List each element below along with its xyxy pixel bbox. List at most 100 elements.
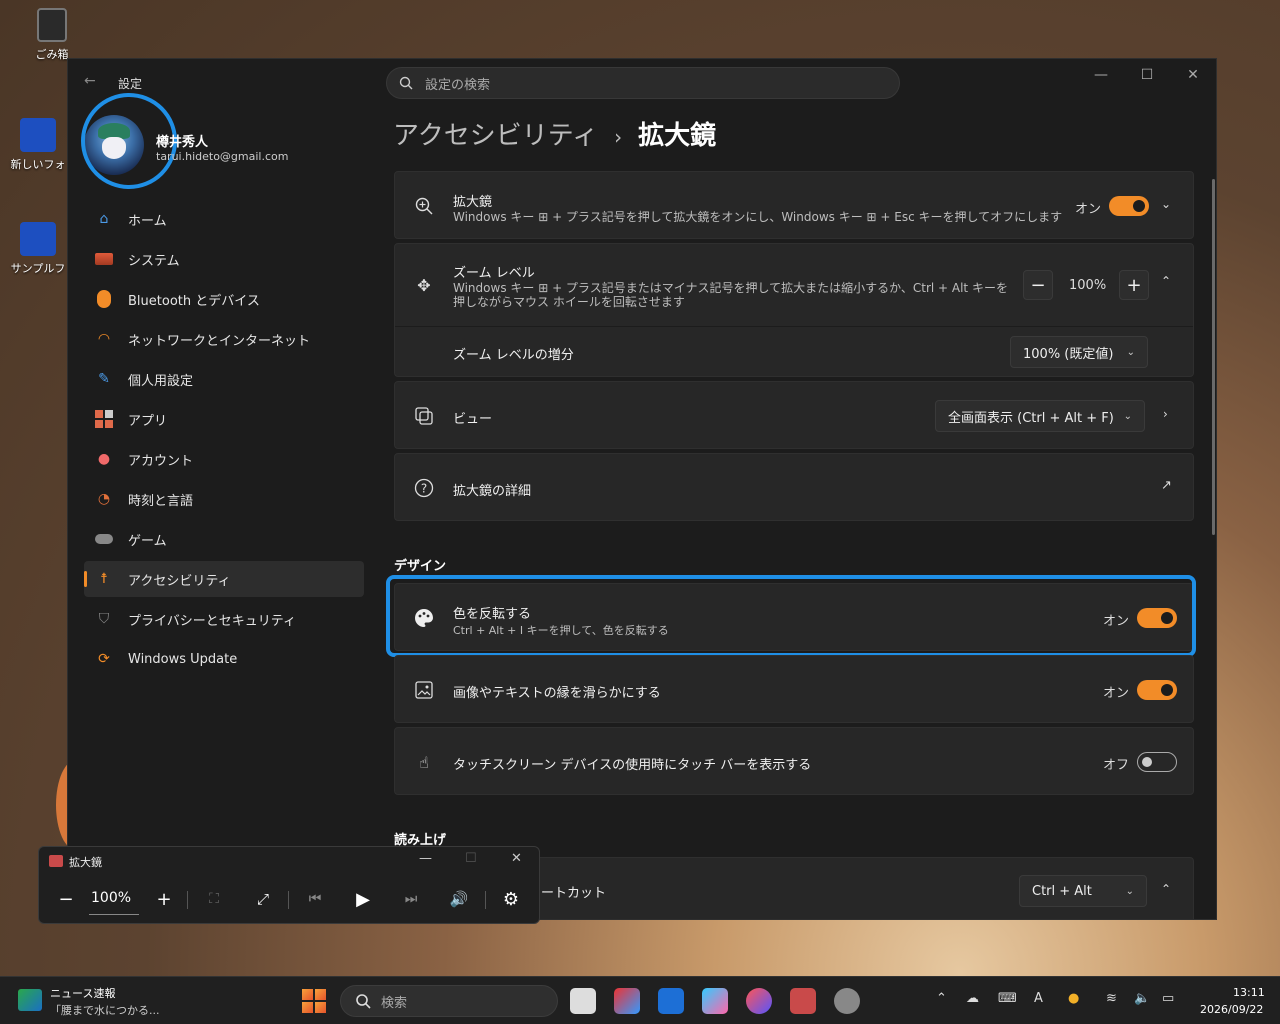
minimize-button[interactable]: —: [419, 851, 432, 866]
sidebar-item-accounts[interactable]: ● アカウント: [84, 441, 364, 477]
smooth-edges-card[interactable]: 画像やテキストの縁を滑らかにする オン: [394, 655, 1194, 723]
task-view-icon[interactable]: [570, 988, 596, 1014]
cloud-icon[interactable]: ☁: [966, 991, 979, 1006]
ime-indicator[interactable]: A: [1034, 991, 1043, 1006]
news-widget-icon[interactable]: [18, 989, 42, 1011]
settings-search-input[interactable]: 設定の検索: [386, 67, 900, 99]
zoom-in-icon: [413, 195, 435, 217]
reading-shortcut-dropdown[interactable]: Ctrl + Alt ⌄: [1019, 875, 1147, 907]
zoom-level-value: 100%: [1069, 278, 1107, 293]
read-from-pointer-icon[interactable]: 🔊: [444, 885, 474, 913]
news-title[interactable]: ニュース速報: [50, 985, 115, 1001]
breadcrumb-parent[interactable]: アクセシビリティ: [393, 115, 598, 152]
chevron-up-icon[interactable]: ⌃: [1161, 882, 1171, 896]
folder-icon: [20, 118, 56, 152]
update-icon: ⟳: [98, 651, 110, 667]
clock-time[interactable]: 13:11: [1233, 986, 1265, 999]
minimize-button[interactable]: —: [1078, 59, 1124, 91]
sidebar-item-time-language[interactable]: ◔ 時刻と言語: [84, 481, 364, 517]
account-icon: ●: [97, 451, 111, 467]
home-icon: ⌂: [99, 211, 109, 227]
smooth-edges-toggle[interactable]: [1137, 680, 1177, 700]
brush-icon: ✎: [98, 371, 110, 387]
sidebar-item-label: 時刻と言語: [128, 493, 194, 509]
clock-date[interactable]: 2026/09/22: [1200, 1003, 1263, 1016]
touch-icon: ☝: [419, 752, 429, 772]
folder-icon: [20, 222, 56, 256]
view-dropdown[interactable]: 全画面表示 (Ctrl + Alt + F) ⌄: [935, 400, 1145, 432]
sidebar-item-label: ゲーム: [128, 533, 167, 549]
details-title: 拡大鏡の詳細: [453, 484, 532, 499]
sidebar-item-personalization[interactable]: ✎ 個人用設定: [84, 361, 364, 397]
magnifier-toggle-card[interactable]: 拡大鏡 Windows キー ⊞ + プラス記号を押して拡大鏡をオンにし、Win…: [394, 171, 1194, 239]
view-card[interactable]: ビュー 全画面表示 (Ctrl + Alt + F) ⌄ ›: [394, 381, 1194, 449]
sidebar-item-gaming[interactable]: ゲーム: [84, 521, 364, 557]
sidebar-item-network[interactable]: ◠ ネットワークとインターネット: [84, 321, 364, 357]
close-button[interactable]: ✕: [511, 851, 522, 866]
zoom-out-button[interactable]: −: [51, 885, 81, 913]
app-icon[interactable]: [614, 988, 640, 1014]
news-subtitle[interactable]: 「腰まで水につかる...: [50, 1002, 160, 1018]
dropdown-value: 100% (既定値): [1023, 346, 1114, 362]
play-icon[interactable]: ▶: [348, 885, 378, 913]
magnifier-details-card[interactable]: ? 拡大鏡の詳細 ↗: [394, 453, 1194, 521]
edge-icon[interactable]: [746, 988, 772, 1014]
desktop-icon-sample-folder[interactable]: サンプルフ: [8, 222, 68, 276]
back-arrow-icon[interactable]: ←: [84, 73, 96, 89]
gear-icon[interactable]: ⚙: [496, 885, 526, 913]
app-tray-icon[interactable]: ●: [1068, 991, 1079, 1006]
desktop-icon-recycle-bin[interactable]: ごみ箱: [22, 8, 82, 62]
sidebar-item-label: アカウント: [128, 453, 194, 469]
file-explorer-icon[interactable]: [658, 988, 684, 1014]
system-icon: [94, 250, 114, 268]
chevron-down-icon[interactable]: ⌄: [1161, 197, 1171, 211]
user-name: 樽井秀人: [156, 135, 209, 150]
sidebar-item-system[interactable]: システム: [84, 241, 364, 277]
magnifier-toolbar: 拡大鏡 — ☐ ✕ − 100% + ⛶ ⤢ ⏮ ▶ ⏭ 🔊 ⚙: [38, 846, 540, 924]
settings-app-icon[interactable]: [834, 988, 860, 1014]
start-tile: [302, 989, 313, 1000]
sidebar-item-accessibility[interactable]: ☨ アクセシビリティ: [84, 561, 364, 597]
sidebar-item-label: アクセシビリティ: [128, 573, 231, 589]
previous-icon[interactable]: ⏮: [300, 885, 330, 913]
window-controls: — ☐ ✕: [1078, 59, 1216, 91]
sidebar-item-apps[interactable]: アプリ: [84, 401, 364, 437]
magnifier-title: 拡大鏡: [453, 195, 493, 210]
zoom-decrease-button[interactable]: −: [1023, 270, 1053, 300]
zoom-level-value: 100%: [91, 890, 132, 906]
battery-icon[interactable]: ▭: [1162, 991, 1174, 1006]
scrollbar[interactable]: [1212, 179, 1215, 535]
section-title-design: デザイン: [394, 559, 447, 574]
maximize-button[interactable]: ☐: [1124, 59, 1170, 91]
magnifier-subtitle: Windows キー ⊞ + プラス記号を押して拡大鏡をオンにし、Windows…: [453, 210, 1063, 224]
touch-bar-card[interactable]: ☝ タッチスクリーン デバイスの使用時にタッチ バーを表示する オフ: [394, 727, 1194, 795]
chevron-up-icon[interactable]: ⌃: [936, 991, 947, 1006]
taskbar-search-input[interactable]: 検索: [340, 985, 558, 1017]
keyboard-icon[interactable]: ⌨: [998, 991, 1017, 1006]
expand-icon[interactable]: ⤢: [248, 885, 278, 913]
touch-bar-toggle[interactable]: [1137, 752, 1177, 772]
user-email: tarui.hideto@gmail.com: [156, 150, 289, 163]
zoom-increment-dropdown[interactable]: 100% (既定値) ⌄: [1010, 336, 1148, 368]
sidebar-item-windows-update[interactable]: ⟳ Windows Update: [84, 641, 364, 677]
chevron-up-icon[interactable]: ⌃: [1161, 274, 1171, 288]
volume-icon[interactable]: 🔈: [1134, 991, 1150, 1006]
chevron-down-icon: ⌄: [1125, 885, 1134, 897]
desktop-icon-new-folder[interactable]: 新しいフォ: [8, 118, 68, 172]
close-button[interactable]: ✕: [1170, 59, 1216, 91]
sidebar-item-privacy[interactable]: ⛉ プライバシーとセキュリティ: [84, 601, 364, 637]
next-icon[interactable]: ⏭: [396, 885, 426, 913]
magnifier-toggle[interactable]: [1109, 196, 1149, 216]
sidebar-item-label: システム: [128, 253, 180, 269]
start-button[interactable]: [302, 989, 326, 1013]
zoom-increase-button[interactable]: +: [1119, 270, 1149, 300]
zoom-in-button[interactable]: +: [149, 885, 179, 913]
chevron-right-icon[interactable]: ›: [1163, 407, 1168, 421]
wifi-icon[interactable]: ≋: [1106, 991, 1117, 1006]
sidebar-item-home[interactable]: ⌂ ホーム: [84, 201, 364, 237]
magnifier-app-icon[interactable]: [790, 988, 816, 1014]
external-link-icon[interactable]: ↗: [1161, 478, 1172, 493]
copilot-icon[interactable]: [702, 988, 728, 1014]
sidebar-item-bluetooth[interactable]: Bluetooth とデバイス: [84, 281, 364, 317]
breadcrumb-separator: ›: [614, 125, 623, 149]
